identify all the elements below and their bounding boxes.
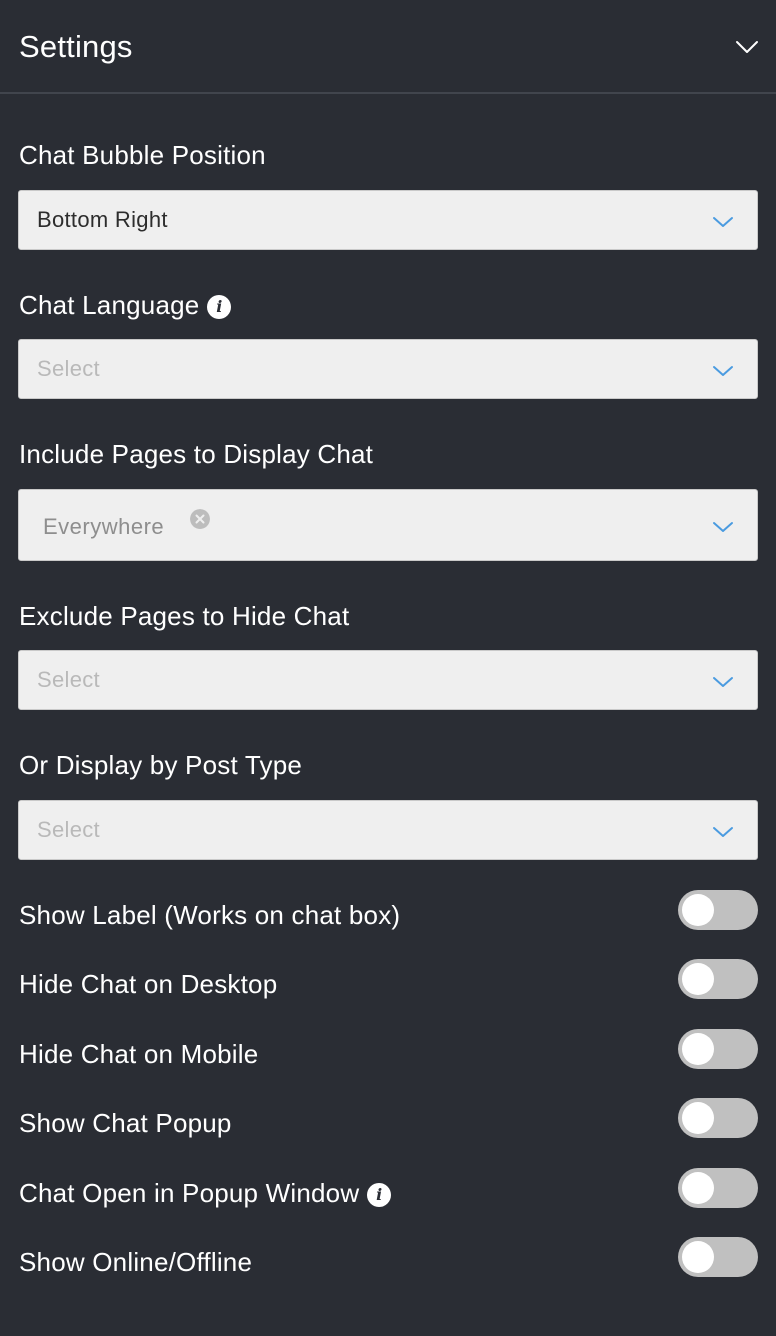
show-popup-toggle[interactable] xyxy=(678,1098,758,1138)
post-type-label: Or Display by Post Type xyxy=(19,750,303,780)
hide-desktop-toggle-label: Hide Chat on Desktop xyxy=(19,969,278,999)
exclude-pages-placeholder: Select xyxy=(37,667,100,692)
chevron-down-icon xyxy=(713,827,733,837)
chat-language-placeholder: Select xyxy=(37,356,100,381)
include-pages-label: Include Pages to Display Chat xyxy=(19,439,374,469)
bubble-position-value: Bottom Right xyxy=(37,207,168,232)
include-pages-select[interactable]: Everywhere xyxy=(18,489,758,561)
chevron-down-icon xyxy=(713,366,733,376)
chat-language-label: Chat Language i xyxy=(19,289,232,321)
info-icon[interactable]: i xyxy=(367,1183,392,1207)
settings-header: Settings xyxy=(0,0,776,94)
hide-mobile-toggle[interactable] xyxy=(678,1029,758,1069)
show-label-toggle-label: Show Label (Works on chat box) xyxy=(19,900,401,930)
chevron-down-icon xyxy=(713,217,733,227)
tag-everywhere: Everywhere xyxy=(43,514,165,539)
chevron-down-icon[interactable] xyxy=(734,34,760,60)
chat-language-label-text: Chat Language xyxy=(19,290,200,320)
online-offline-toggle-label: Show Online/Offline xyxy=(19,1247,253,1277)
show-label-toggle[interactable] xyxy=(678,890,758,930)
page-title: Settings xyxy=(19,29,133,64)
info-icon[interactable]: i xyxy=(207,295,232,319)
chat-language-select[interactable]: Select xyxy=(18,339,758,399)
bubble-position-select[interactable]: Bottom Right xyxy=(18,190,758,250)
post-type-placeholder: Select xyxy=(37,817,100,842)
settings-panel: Settings Chat Bubble Position Bottom Rig… xyxy=(0,0,776,1336)
hide-mobile-toggle-label: Hide Chat on Mobile xyxy=(19,1039,259,1069)
exclude-pages-label: Exclude Pages to Hide Chat xyxy=(19,601,350,631)
toggle-knob xyxy=(682,1172,714,1204)
show-popup-toggle-label: Show Chat Popup xyxy=(19,1108,232,1138)
popup-window-toggle-label: Chat Open in Popup Window i xyxy=(19,1177,392,1209)
popup-window-toggle-label-text: Chat Open in Popup Window xyxy=(19,1178,360,1208)
close-circle-icon[interactable] xyxy=(190,509,210,529)
toggle-knob xyxy=(682,1241,714,1273)
bubble-position-label: Chat Bubble Position xyxy=(19,140,266,170)
toggle-knob xyxy=(682,1033,714,1065)
popup-window-toggle[interactable] xyxy=(678,1168,758,1208)
toggle-knob xyxy=(682,963,714,995)
online-offline-toggle[interactable] xyxy=(678,1237,758,1277)
post-type-select[interactable]: Select xyxy=(18,800,758,860)
toggle-knob xyxy=(682,1102,714,1134)
exclude-pages-select[interactable]: Select xyxy=(18,650,758,710)
hide-desktop-toggle[interactable] xyxy=(678,959,758,999)
chevron-down-icon xyxy=(713,522,733,532)
toggle-knob xyxy=(682,894,714,926)
chevron-down-icon xyxy=(713,677,733,687)
